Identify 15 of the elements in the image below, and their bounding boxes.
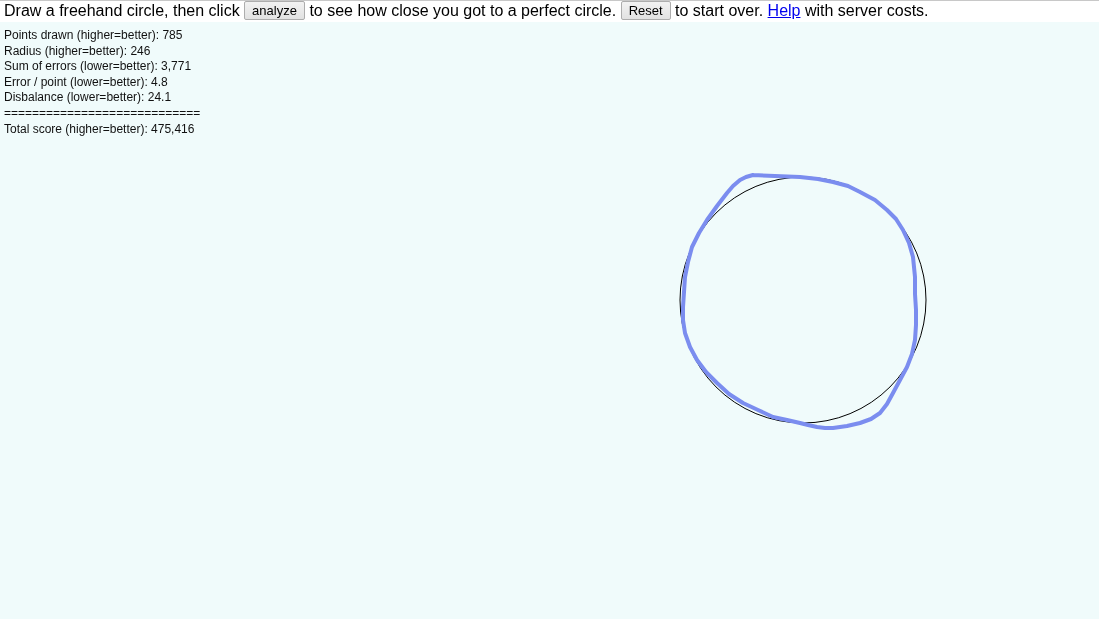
instruction-text: to start over. [675,2,764,19]
result-line: Points drawn (higher=better): 785 [4,28,183,44]
result-line: Disbalance (lower=better): 24.1 [4,90,172,106]
instruction-text: Draw a freehand circle, then click [4,2,240,19]
result-line: Error / point (lower=better): 4.8 [4,74,168,91]
action-button[interactable]: analyze [244,1,305,21]
help-link[interactable]: Help [767,2,801,19]
drawing-canvas[interactable] [0,22,1099,619]
action-button[interactable]: Reset [620,1,671,21]
instruction-text: with server costs. [804,2,929,19]
instruction-text: to see how close you got to a perfect circle. [309,2,617,19]
result-line: Sum of errors (lower=better): 3,771 [4,59,192,75]
result-line: Radius (higher=better): 246 [4,43,151,60]
total-score: Total score (higher=better): 475,416 [4,121,195,138]
separator-line: ============================ [4,105,201,122]
